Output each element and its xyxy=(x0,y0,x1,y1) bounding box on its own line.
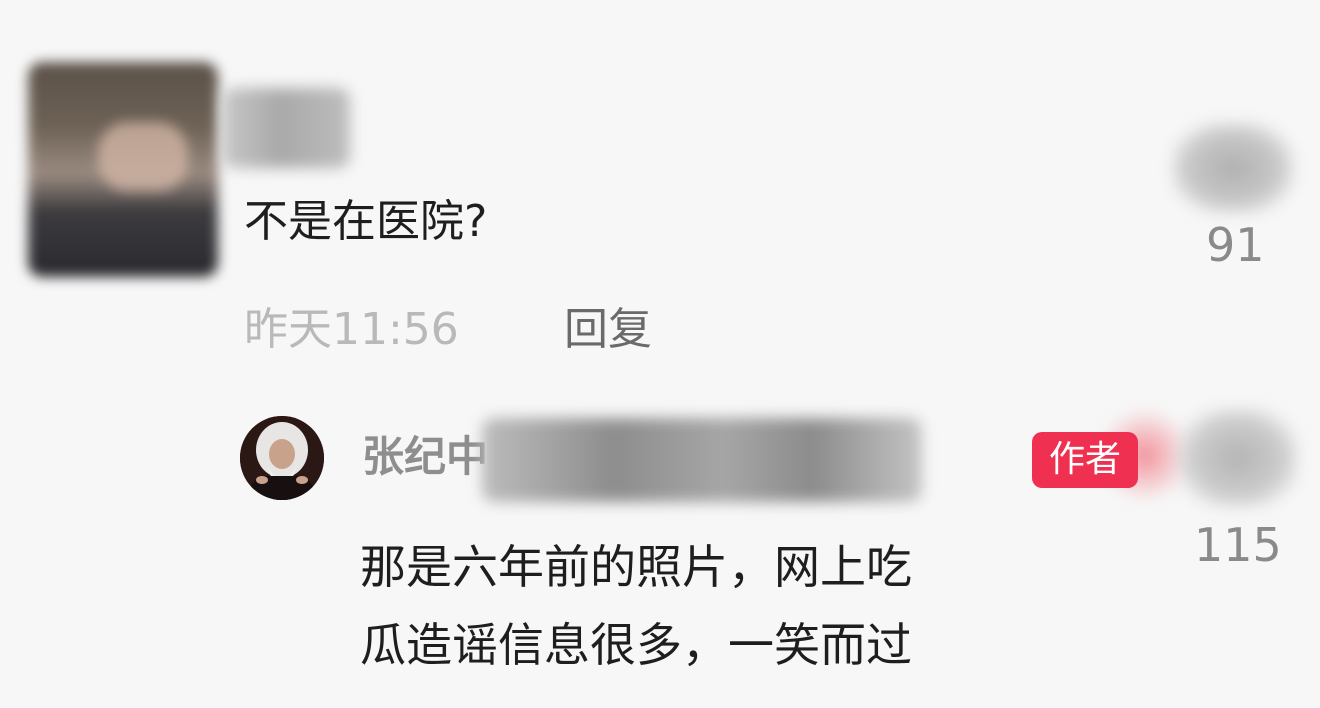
commenter-avatar[interactable] xyxy=(28,62,218,277)
reply-button[interactable]: 回复 xyxy=(564,308,652,352)
comment-like-count: 91 xyxy=(1206,218,1265,272)
comment-timestamp: 昨天11:56 xyxy=(244,304,459,355)
commenter-name-redacted xyxy=(222,88,350,168)
author-badge: 作者 xyxy=(1032,432,1138,488)
reply-text-line: 瓜造谣信息很多，一笑而过 xyxy=(360,618,912,673)
comment-text: 不是在医院? xyxy=(244,196,488,247)
like-icon[interactable] xyxy=(1172,122,1294,214)
like-icon[interactable] xyxy=(1178,408,1298,508)
author-name-redacted xyxy=(482,418,922,502)
author-name[interactable]: 张纪中 xyxy=(362,436,488,478)
author-avatar[interactable] xyxy=(240,416,324,500)
author-portrait-icon xyxy=(240,416,324,500)
comment-thread: 不是在医院? 昨天11:56 回复 91 张纪中 作者 115 那是六年前的照片… xyxy=(0,0,1320,708)
reply-text: 那是六年前的照片，网上吃 瓜造谣信息很多，一笑而过 xyxy=(360,528,1120,684)
reply-like-count: 115 xyxy=(1194,518,1282,572)
reply-text-line: 那是六年前的照片，网上吃 xyxy=(360,540,912,594)
